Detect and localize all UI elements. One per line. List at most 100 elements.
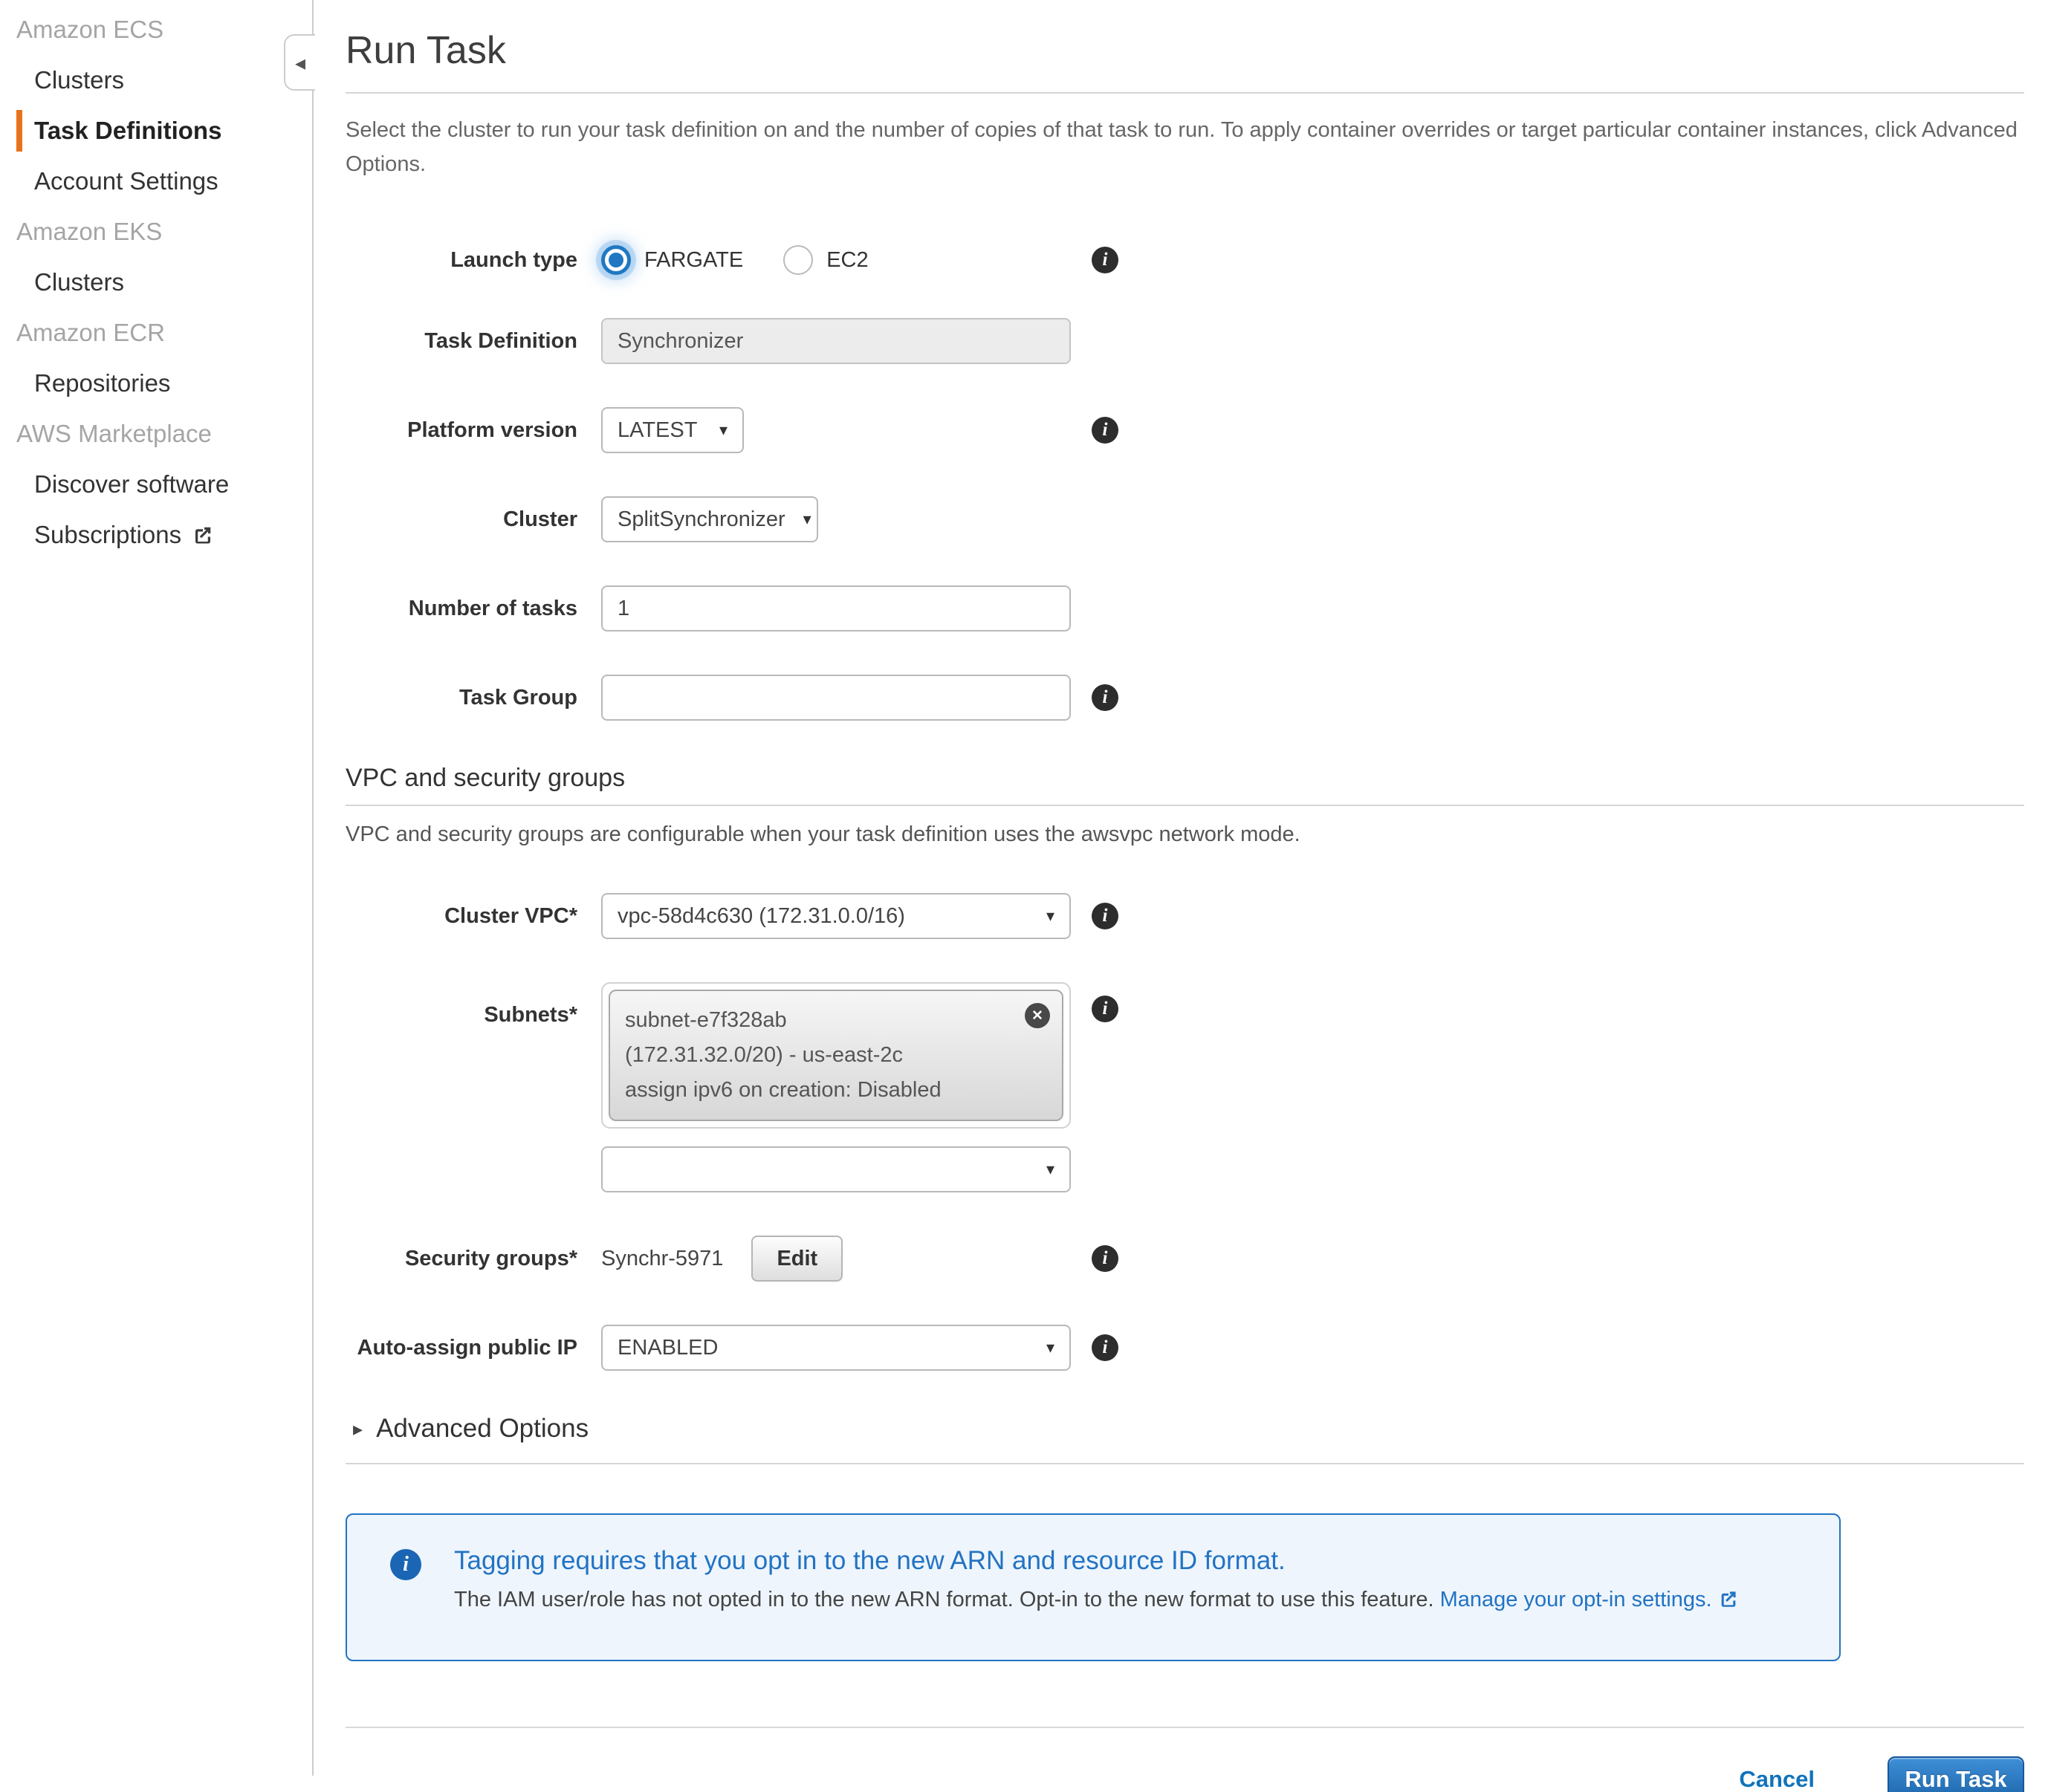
- subnet-add-select[interactable]: ▾: [601, 1146, 1071, 1192]
- subnet-chip: subnet-e7f328ab (172.31.32.0/20) - us-ea…: [609, 990, 1063, 1121]
- banner-body-text: The IAM user/role has not opted in to th…: [454, 1588, 1434, 1611]
- task-definition-field: [601, 318, 1092, 364]
- chevron-down-icon: ▾: [803, 510, 811, 529]
- cluster-vpc-label: Cluster VPC*: [346, 901, 577, 931]
- ec2-radio-label: EC2: [826, 248, 868, 273]
- main-content: Run Task Select the cluster to run your …: [314, 0, 2051, 1792]
- sidebar-item-account-settings[interactable]: Account Settings: [0, 156, 312, 207]
- subnets-row: Subnets* subnet-e7f328ab (172.31.32.0/20…: [346, 982, 2024, 1192]
- task-definition-label: Task Definition: [346, 326, 577, 356]
- task-definition-input: [601, 318, 1071, 364]
- subnets-label: Subnets*: [346, 1000, 577, 1030]
- fargate-radio-label: FARGATE: [644, 248, 743, 273]
- sidebar-item-task-definitions[interactable]: Task Definitions: [0, 105, 312, 156]
- auto-assign-ip-row: Auto-assign public IP ENABLED ▾ i: [346, 1325, 2024, 1371]
- sidebar-item-discover-software[interactable]: Discover software: [0, 459, 312, 510]
- advanced-options-divider: [346, 1463, 2024, 1464]
- vpc-section-divider: [346, 805, 2024, 806]
- banner-title: Tagging requires that you opt in to the …: [454, 1546, 1739, 1576]
- subnet-chip-line-3: assign ipv6 on creation: Disabled: [625, 1073, 1017, 1108]
- task-group-field: [601, 675, 1092, 721]
- chevron-right-icon: ▸: [353, 1418, 363, 1441]
- launch-type-info-icon[interactable]: i: [1092, 247, 1118, 273]
- cluster-vpc-select[interactable]: vpc-58d4c630 (172.31.0.0/16) ▾: [601, 893, 1071, 939]
- sidebar-item-clusters-ecs[interactable]: Clusters: [0, 55, 312, 105]
- radio-unselected-icon: [783, 245, 813, 275]
- security-groups-row: Security groups* Synchr-5971 Edit i: [346, 1236, 2024, 1282]
- task-definition-row: Task Definition: [346, 318, 2024, 364]
- tagging-banner: i Tagging requires that you opt in to th…: [346, 1513, 1841, 1661]
- cluster-field: SplitSynchronizer ▾: [601, 496, 1092, 542]
- chevron-left-icon: ◂: [295, 51, 305, 75]
- platform-version-select[interactable]: LATEST ▾: [601, 407, 744, 453]
- cancel-button[interactable]: Cancel: [1739, 1766, 1815, 1792]
- info-icon: i: [390, 1549, 421, 1580]
- nav-heading-amazon-ecr: Amazon ECR: [0, 308, 312, 358]
- fargate-radio[interactable]: FARGATE: [601, 245, 743, 275]
- remove-subnet-button[interactable]: ✕: [1025, 1003, 1050, 1028]
- cluster-vpc-field: vpc-58d4c630 (172.31.0.0/16) ▾: [601, 893, 1092, 939]
- banner-body: The IAM user/role has not opted in to th…: [454, 1588, 1739, 1612]
- number-of-tasks-field: [601, 585, 1092, 632]
- chevron-down-icon: ▾: [719, 421, 728, 440]
- subnet-chip-line-1: subnet-e7f328ab: [625, 1003, 1017, 1038]
- nav-heading-amazon-eks: Amazon EKS: [0, 207, 312, 257]
- edit-security-groups-button[interactable]: Edit: [751, 1236, 843, 1282]
- page-description: Select the cluster to run your task defi…: [346, 113, 2024, 181]
- nav-heading-aws-marketplace: AWS Marketplace: [0, 409, 312, 459]
- title-divider: [346, 92, 2024, 94]
- auto-assign-ip-field: ENABLED ▾: [601, 1325, 1092, 1371]
- chevron-down-icon: ▾: [1046, 1338, 1054, 1357]
- radio-selected-icon: [601, 245, 631, 275]
- external-link-icon: [1718, 1588, 1739, 1609]
- subnets-selected-box: subnet-e7f328ab (172.31.32.0/20) - us-ea…: [601, 982, 1071, 1129]
- task-group-input[interactable]: [601, 675, 1071, 721]
- page-title: Run Task: [346, 28, 2024, 73]
- run-task-button[interactable]: Run Task: [1888, 1756, 2024, 1792]
- security-groups-label: Security groups*: [346, 1244, 577, 1273]
- launch-type-field: FARGATE EC2: [601, 245, 1092, 275]
- vpc-section-heading: VPC and security groups: [346, 764, 2024, 793]
- sidebar-item-subscriptions[interactable]: Subscriptions: [0, 510, 312, 560]
- task-group-info-icon[interactable]: i: [1092, 684, 1118, 711]
- platform-version-label: Platform version: [346, 415, 577, 445]
- advanced-options-toggle[interactable]: ▸ Advanced Options: [353, 1414, 2024, 1444]
- sidebar-item-clusters-eks[interactable]: Clusters: [0, 257, 312, 308]
- chevron-down-icon: ▾: [1046, 906, 1054, 926]
- platform-version-row: Platform version LATEST ▾ i: [346, 407, 2024, 453]
- security-groups-info-icon[interactable]: i: [1092, 1245, 1118, 1272]
- number-of-tasks-row: Number of tasks: [346, 585, 2024, 632]
- external-link-icon: [192, 524, 214, 546]
- sidebar-item-repositories[interactable]: Repositories: [0, 358, 312, 409]
- auto-assign-ip-value: ENABLED: [618, 1336, 718, 1360]
- platform-version-field: LATEST ▾: [601, 407, 1092, 453]
- close-icon: ✕: [1031, 999, 1043, 1033]
- cluster-row: Cluster SplitSynchronizer ▾: [346, 496, 2024, 542]
- sidebar-nav: Amazon ECS Clusters Task Definitions Acc…: [0, 0, 314, 1776]
- cluster-vpc-row: Cluster VPC* vpc-58d4c630 (172.31.0.0/16…: [346, 893, 2024, 939]
- ec2-radio[interactable]: EC2: [783, 245, 868, 275]
- auto-assign-ip-info-icon[interactable]: i: [1092, 1334, 1118, 1361]
- collapse-sidebar-button[interactable]: ◂: [284, 34, 315, 91]
- security-groups-field: Synchr-5971 Edit: [601, 1236, 1092, 1282]
- subnets-field: subnet-e7f328ab (172.31.32.0/20) - us-ea…: [601, 982, 1092, 1192]
- chevron-down-icon: ▾: [1046, 1160, 1054, 1179]
- subnets-info-icon[interactable]: i: [1092, 996, 1118, 1022]
- run-task-page: Amazon ECS Clusters Task Definitions Acc…: [0, 0, 2051, 1792]
- platform-version-info-icon[interactable]: i: [1092, 417, 1118, 444]
- subnet-chip-line-2: (172.31.32.0/20) - us-east-2c: [625, 1038, 1017, 1073]
- task-group-label: Task Group: [346, 683, 577, 712]
- auto-assign-ip-label: Auto-assign public IP: [346, 1333, 577, 1363]
- cluster-select[interactable]: SplitSynchronizer ▾: [601, 496, 818, 542]
- footer-actions: Cancel Run Task: [346, 1728, 2024, 1792]
- task-group-row: Task Group i: [346, 675, 2024, 721]
- manage-opt-in-link[interactable]: Manage your opt-in settings.: [1440, 1588, 1739, 1611]
- number-of-tasks-input[interactable]: [601, 585, 1071, 632]
- vpc-section-description: VPC and security groups are configurable…: [346, 822, 2024, 847]
- launch-type-row: Launch type FARGATE EC2 i: [346, 245, 2024, 275]
- cluster-vpc-info-icon[interactable]: i: [1092, 903, 1118, 929]
- cluster-vpc-value: vpc-58d4c630 (172.31.0.0/16): [618, 904, 905, 929]
- nav-heading-amazon-ecs: Amazon ECS: [0, 4, 312, 55]
- launch-type-label: Launch type: [346, 245, 577, 275]
- auto-assign-ip-select[interactable]: ENABLED ▾: [601, 1325, 1071, 1371]
